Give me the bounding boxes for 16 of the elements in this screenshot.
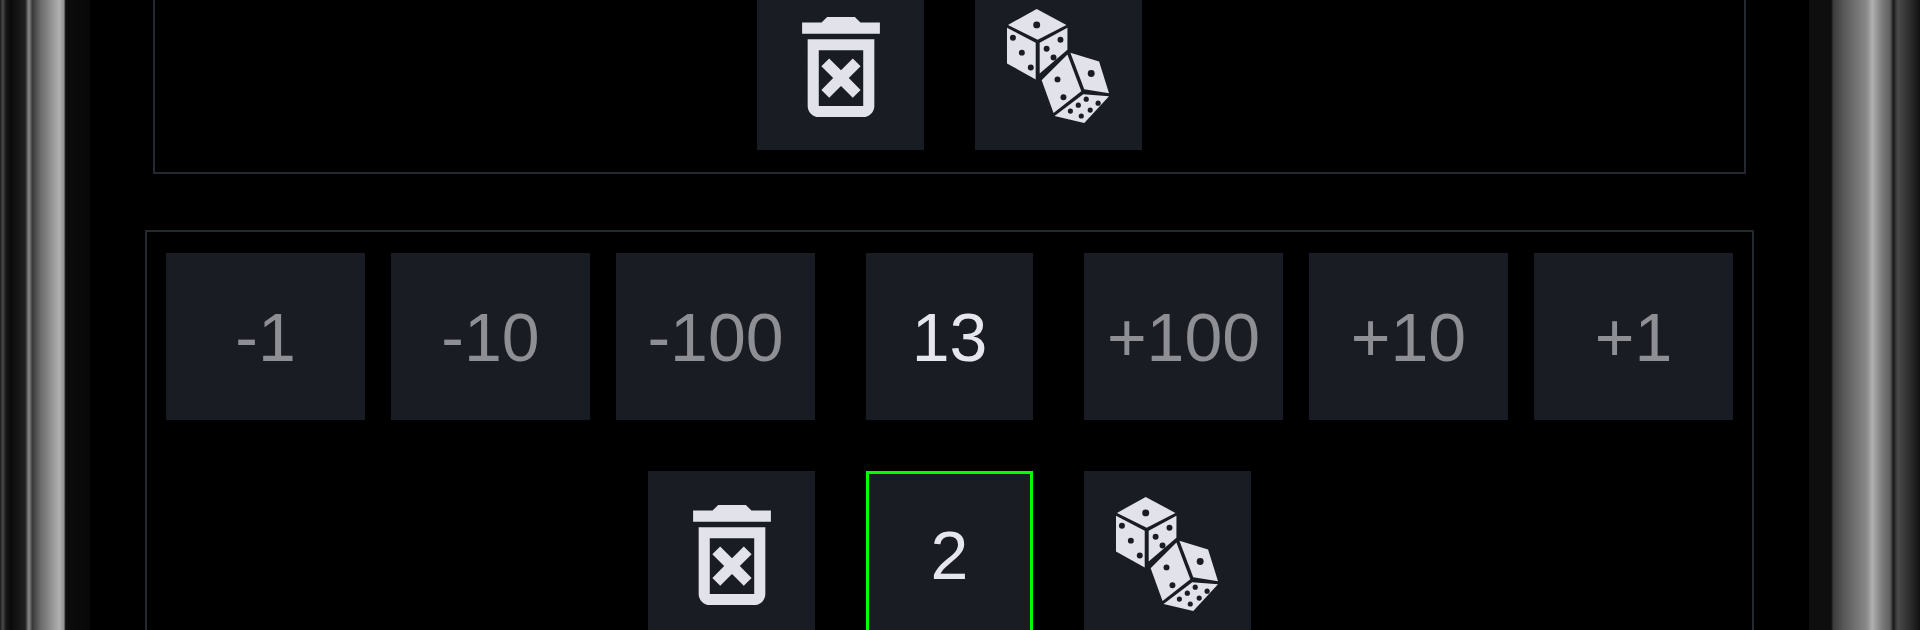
dice-icon — [1115, 496, 1220, 613]
value-tile[interactable]: 13 — [866, 253, 1033, 420]
step-button[interactable]: +10 — [1309, 253, 1508, 420]
dice-button[interactable] — [975, 0, 1142, 150]
dice-icon — [1006, 8, 1111, 125]
dice-button[interactable] — [1084, 471, 1251, 630]
trash-icon — [692, 504, 771, 605]
step-button[interactable]: -1 — [166, 253, 365, 420]
trash-icon — [801, 16, 880, 117]
trash-button[interactable] — [757, 0, 924, 150]
trash-button[interactable] — [648, 471, 815, 630]
value-tile[interactable]: 2 — [866, 471, 1033, 630]
step-button[interactable]: +100 — [1084, 253, 1283, 420]
step-button[interactable]: -10 — [391, 253, 590, 420]
step-button[interactable]: -100 — [616, 253, 815, 420]
step-button[interactable]: +1 — [1534, 253, 1733, 420]
